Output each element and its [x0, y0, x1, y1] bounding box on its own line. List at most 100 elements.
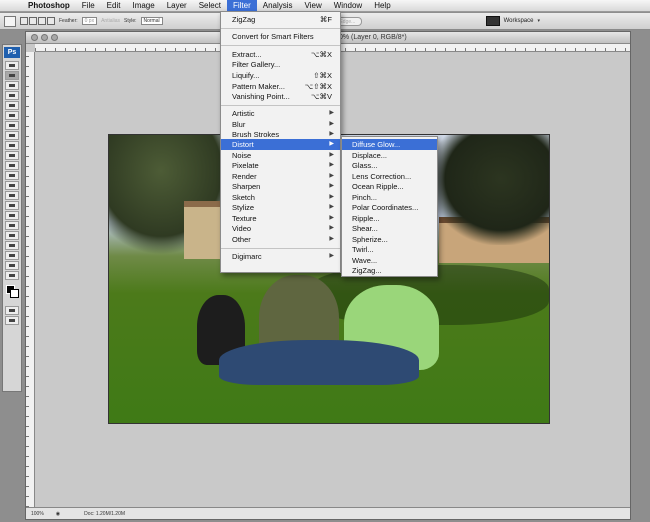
gradient-tool-icon[interactable] — [5, 171, 19, 180]
lasso-tool-icon[interactable] — [5, 81, 19, 90]
menu-item-label: Other — [232, 235, 251, 244]
add-selection-button[interactable] — [29, 17, 37, 25]
hand-tool-icon[interactable] — [5, 261, 19, 270]
menu-item-glass[interactable]: Glass... — [342, 160, 437, 171]
stamp-tool-icon[interactable] — [5, 141, 19, 150]
menu-filter[interactable]: Filter — [226, 0, 257, 12]
tools-panel: Ps — [2, 44, 22, 392]
eyedropper-2-tool-icon[interactable] — [5, 251, 19, 260]
healing-tool-icon[interactable] — [5, 121, 19, 130]
shortcut-label: ⌥⌘V — [310, 92, 332, 101]
dodge-tool-icon[interactable] — [5, 191, 19, 200]
menu-item-vanishing-point[interactable]: Vanishing Point... ⌥⌘V — [221, 91, 340, 102]
menu-item-liquify[interactable]: Liquify... ⇧⌘X — [221, 70, 340, 81]
menu-item-label: Video — [232, 224, 252, 233]
menu-item-label: Pattern Maker... — [232, 82, 285, 91]
history-brush-tool-icon[interactable] — [5, 151, 19, 160]
menu-item-video[interactable]: Video ▶ — [221, 223, 340, 234]
status-arrow-icon[interactable]: ◉ — [56, 511, 60, 517]
shortcut-label: ⌘F — [319, 15, 332, 24]
menu-item-other[interactable]: Other ▶ — [221, 234, 340, 245]
submenu-arrow-icon: ▶ — [329, 253, 334, 259]
menu-analysis[interactable]: Analysis — [257, 0, 299, 12]
minimize-window-icon[interactable] — [41, 34, 48, 41]
zoom-level[interactable]: 100% — [31, 511, 44, 517]
menu-item-distort[interactable]: Distort ▶ — [221, 139, 340, 150]
menu-file[interactable]: File — [76, 0, 101, 12]
style-select[interactable]: Normal — [140, 17, 163, 25]
marquee-tool-icon[interactable] — [4, 15, 16, 27]
path-selection-tool-icon[interactable] — [5, 221, 19, 230]
submenu-arrow-icon: ▶ — [329, 162, 334, 168]
workspace-area: Workspace ▾ — [485, 16, 540, 26]
menu-item-polar-coordinates[interactable]: Polar Coordinates... — [342, 202, 437, 213]
menu-item-filter-gallery[interactable]: Filter Gallery... — [221, 59, 340, 70]
screen-mode-icon[interactable] — [5, 316, 19, 325]
menu-item-label: Sketch — [232, 193, 255, 202]
workspace-select[interactable]: Workspace — [504, 18, 534, 24]
menu-view[interactable]: View — [299, 0, 328, 12]
eyedropper-tool-icon[interactable] — [5, 111, 19, 120]
menu-item-label: Pixelate — [232, 161, 259, 170]
workspace-icon[interactable] — [485, 16, 500, 26]
new-selection-button[interactable] — [20, 17, 28, 25]
submenu-arrow-icon: ▶ — [329, 204, 334, 210]
blur-tool-icon[interactable] — [5, 181, 19, 190]
menu-select[interactable]: Select — [193, 0, 227, 12]
menu-item-diffuse-glow[interactable]: Diffuse Glow... — [342, 139, 437, 150]
submenu-arrow-icon: ▶ — [329, 110, 334, 116]
marquee-tool-icon[interactable] — [5, 71, 19, 80]
feather-input[interactable]: 0 px — [81, 17, 98, 25]
vertical-ruler[interactable] — [26, 52, 35, 507]
menu-separator — [221, 45, 340, 46]
move-tool-icon[interactable] — [5, 61, 19, 70]
brush-tool-icon[interactable] — [5, 131, 19, 140]
menu-item-zigzag[interactable]: ZigZag... — [342, 265, 437, 276]
style-label: Style: — [123, 18, 137, 24]
zoom-window-icon[interactable] — [51, 34, 58, 41]
menu-item-label: Extract... — [232, 50, 262, 59]
magic-wand-tool-icon[interactable] — [5, 91, 19, 100]
menu-item-pixelate[interactable]: Pixelate ▶ — [221, 160, 340, 171]
menu-item-label: Distort — [232, 140, 254, 149]
menu-item-label: Brush Strokes — [232, 130, 280, 139]
close-window-icon[interactable] — [31, 34, 38, 41]
crop-tool-icon[interactable] — [5, 101, 19, 110]
menu-item-label: Filter Gallery... — [232, 60, 281, 69]
menu-item-convert-smart-filters[interactable]: Convert for Smart Filters — [221, 31, 340, 42]
menu-item-twirl[interactable]: Twirl... — [342, 244, 437, 255]
menu-item-last-filter[interactable]: ZigZag ⌘F — [221, 14, 340, 25]
intersect-selection-button[interactable] — [47, 17, 55, 25]
subtract-selection-button[interactable] — [38, 17, 46, 25]
person-jeans — [219, 340, 419, 385]
selection-mode-group — [20, 17, 55, 25]
menu-item-label: Noise — [232, 151, 252, 160]
menu-item-artistic[interactable]: Artistic ▶ — [221, 108, 340, 119]
eraser-tool-icon[interactable] — [5, 161, 19, 170]
shortcut-label: ⇧⌘X — [313, 71, 332, 80]
menu-item-shear[interactable]: Shear... — [342, 223, 437, 234]
submenu-arrow-icon: ▶ — [329, 183, 334, 189]
shape-tool-icon[interactable] — [5, 231, 19, 240]
document-size: Doc: 1.20M/1.20M — [84, 510, 126, 517]
menu-item-ocean-ripple[interactable]: Ocean Ripple... — [342, 181, 437, 192]
menu-layer[interactable]: Layer — [161, 0, 193, 12]
menu-help[interactable]: Help — [368, 0, 396, 12]
filter-menu: ZigZag ⌘F Convert for Smart Filters Extr… — [220, 11, 341, 273]
menu-item-label: Blur — [232, 120, 246, 129]
menu-window[interactable]: Window — [328, 0, 368, 12]
antialias-checkbox[interactable]: Antialias — [101, 18, 120, 24]
menu-photoshop[interactable]: Photoshop — [22, 0, 76, 12]
menu-edit[interactable]: Edit — [101, 0, 127, 12]
type-tool-icon[interactable] — [5, 211, 19, 220]
zoom-tool-icon[interactable] — [5, 271, 19, 280]
background-color-swatch[interactable] — [10, 289, 19, 298]
menu-item-stylize[interactable]: Stylize ▶ — [221, 202, 340, 213]
pen-tool-icon[interactable] — [5, 201, 19, 210]
notes-tool-icon[interactable] — [5, 241, 19, 250]
menu-item-sharpen[interactable]: Sharpen ▶ — [221, 181, 340, 192]
quick-mask-icon[interactable] — [5, 306, 19, 315]
menu-item-digimarc[interactable]: Digimarc ▶ — [221, 251, 340, 262]
chevron-down-icon: ▾ — [537, 18, 540, 24]
menu-image[interactable]: Image — [126, 0, 160, 12]
